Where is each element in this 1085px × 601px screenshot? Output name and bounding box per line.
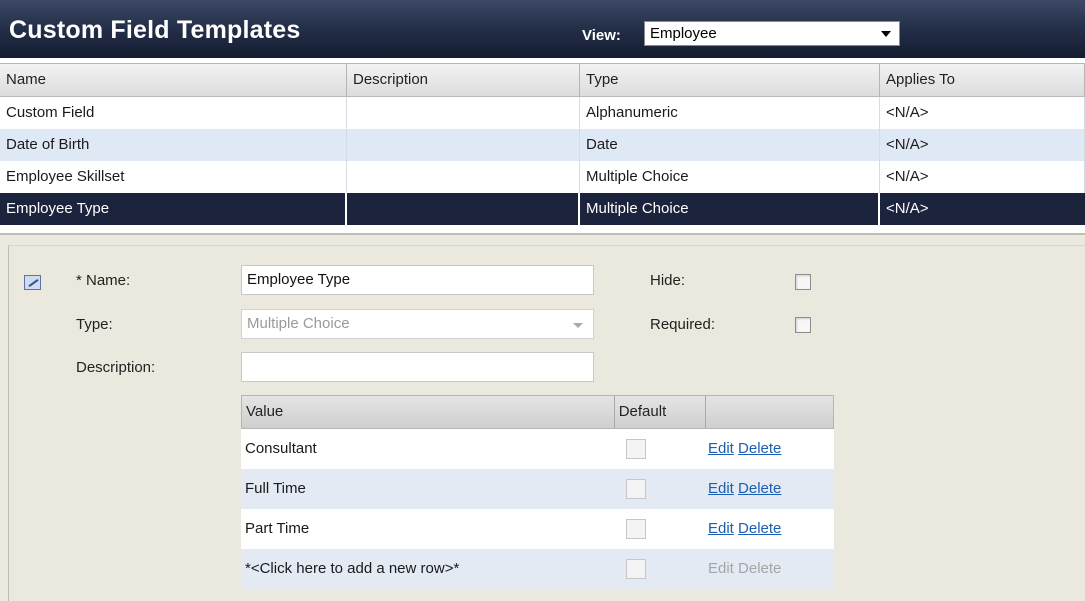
description-field[interactable] <box>241 352 594 382</box>
cell-applies-to: <N/A> <box>880 97 1085 129</box>
table-row[interactable]: Date of Birth Date <N/A> <box>0 129 1085 161</box>
column-header-type[interactable]: Type <box>580 64 880 96</box>
cell-applies-to: <N/A> <box>880 161 1085 193</box>
default-cell <box>615 549 707 589</box>
value-cell: Consultant <box>245 440 317 457</box>
cell-type: Multiple Choice <box>580 161 880 193</box>
view-select[interactable]: Employee <box>644 21 900 46</box>
hide-checkbox[interactable] <box>795 274 811 290</box>
delete-link[interactable]: Delete <box>738 480 781 497</box>
type-label: Type: <box>76 316 113 333</box>
edit-link[interactable]: Edit <box>708 440 734 457</box>
cell-name: Date of Birth <box>0 129 347 161</box>
required-label: Required: <box>650 316 716 333</box>
default-checkbox[interactable] <box>626 479 646 499</box>
cell-applies-to: <N/A> <box>880 129 1085 161</box>
type-select: Multiple Choice <box>241 309 594 339</box>
chevron-down-icon[interactable] <box>881 31 891 37</box>
cell-description <box>347 161 580 193</box>
default-cell <box>615 429 707 469</box>
column-header-actions <box>706 396 833 428</box>
default-checkbox <box>626 559 646 579</box>
cell-type: Date <box>580 129 880 161</box>
list-item[interactable]: Consultant Edit Delete <box>241 429 834 469</box>
value-cell: Part Time <box>245 520 310 537</box>
column-header-default[interactable]: Default <box>615 396 707 428</box>
values-grid: Value Default Consultant Edit Delete Ful… <box>241 395 834 589</box>
edit-link[interactable]: Edit <box>708 480 734 497</box>
edit-link-disabled: Edit <box>708 560 734 577</box>
column-header-value[interactable]: Value <box>242 396 615 428</box>
cell-name: Employee Type <box>0 193 347 225</box>
delete-link[interactable]: Delete <box>738 440 781 457</box>
edit-record-icon <box>24 275 41 290</box>
cell-description <box>347 193 580 225</box>
default-checkbox[interactable] <box>626 519 646 539</box>
table-row-selected[interactable]: Employee Type Multiple Choice <N/A> <box>0 193 1085 225</box>
delete-link-disabled: Delete <box>738 560 782 577</box>
actions-cell: Edit Delete <box>707 429 834 469</box>
cell-type: Multiple Choice <box>580 193 880 225</box>
view-select-value: Employee <box>650 25 717 42</box>
chevron-down-icon <box>573 323 583 328</box>
table-row[interactable]: Custom Field Alphanumeric <N/A> <box>0 97 1085 129</box>
grid-header: Name Description Type Applies To <box>0 63 1085 97</box>
column-header-name[interactable]: Name <box>0 64 347 96</box>
new-row-placeholder[interactable]: *<Click here to add a new row>* Edit Del… <box>241 549 834 589</box>
cell-description <box>347 97 580 129</box>
actions-cell: Edit Delete <box>707 509 834 549</box>
title-bar: Custom Field Templates View: Employee <box>0 0 1085 58</box>
page-title: Custom Field Templates <box>9 16 301 44</box>
delete-link[interactable]: Delete <box>738 520 781 537</box>
cell-name: Custom Field <box>0 97 347 129</box>
table-row[interactable]: Employee Skillset Multiple Choice <N/A> <box>0 161 1085 193</box>
actions-cell: Edit Delete <box>707 549 834 589</box>
templates-grid: Name Description Type Applies To Custom … <box>0 63 1085 225</box>
cell-applies-to: <N/A> <box>886 200 929 217</box>
cell-name: Employee Skillset <box>0 161 347 193</box>
values-grid-header: Value Default <box>241 395 834 429</box>
view-label: View: <box>582 27 621 44</box>
edit-link[interactable]: Edit <box>708 520 734 537</box>
type-select-value: Multiple Choice <box>247 315 350 332</box>
name-field[interactable]: Employee Type <box>241 265 594 295</box>
column-header-description[interactable]: Description <box>347 64 580 96</box>
required-checkbox[interactable] <box>795 317 811 333</box>
description-label: Description: <box>76 359 156 376</box>
actions-cell: Edit Delete <box>707 469 834 509</box>
column-header-applies-to[interactable]: Applies To <box>880 64 1085 96</box>
default-cell <box>615 469 707 509</box>
list-item[interactable]: Part Time Edit Delete <box>241 509 834 549</box>
list-item[interactable]: Full Time Edit Delete <box>241 469 834 509</box>
cell-type: Alphanumeric <box>580 97 880 129</box>
hide-label: Hide: <box>650 272 686 289</box>
value-cell[interactable]: *<Click here to add a new row>* <box>241 549 615 589</box>
cell-description <box>347 129 580 161</box>
value-cell: Full Time <box>245 480 306 497</box>
default-checkbox[interactable] <box>626 439 646 459</box>
default-cell <box>615 509 707 549</box>
name-label: * Name: <box>76 272 131 289</box>
